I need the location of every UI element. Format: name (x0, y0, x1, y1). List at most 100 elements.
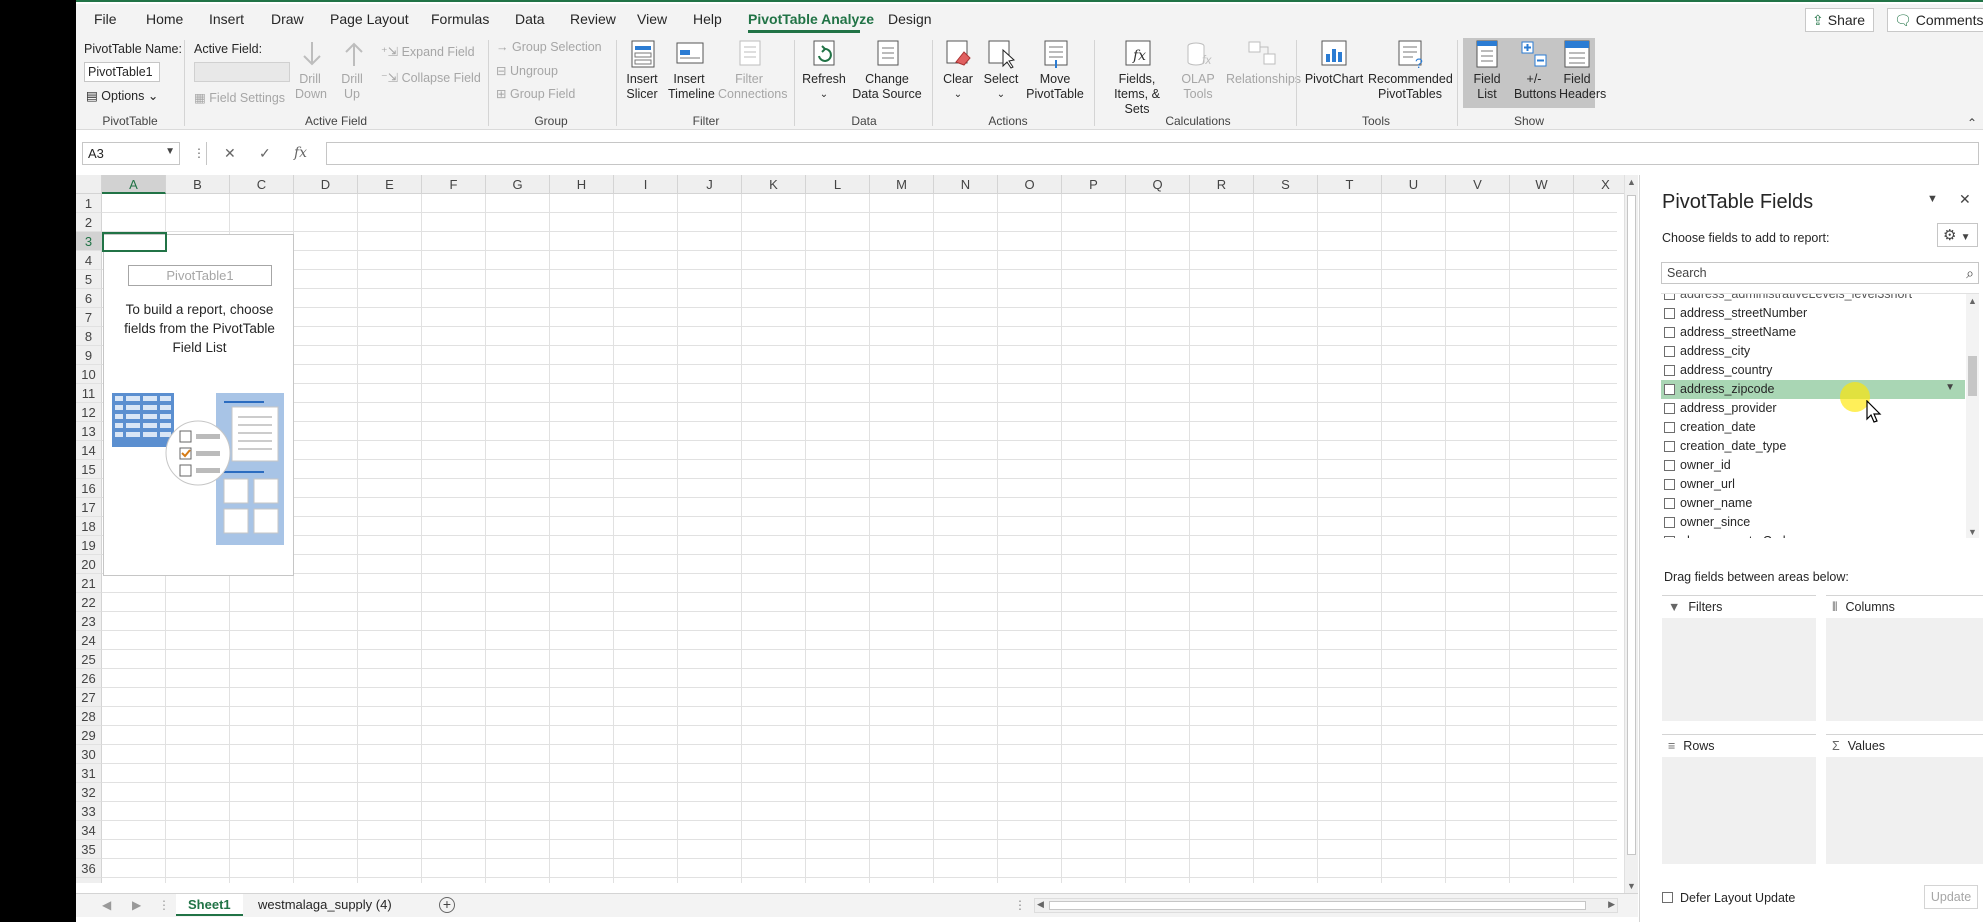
plus-minus-buttons-button[interactable]: +/- Buttons (1512, 38, 1556, 102)
column-header-s[interactable]: S (1254, 175, 1318, 194)
cells-area[interactable] (102, 194, 1617, 883)
column-header-q[interactable]: Q (1126, 175, 1190, 194)
row-header-21[interactable]: 21 (76, 574, 102, 593)
column-header-i[interactable]: I (614, 175, 678, 194)
row-header-23[interactable]: 23 (76, 612, 102, 631)
row-header-12[interactable]: 12 (76, 403, 102, 422)
field-item[interactable]: address_city (1661, 342, 1965, 361)
options-button[interactable]: ▤ Options ⌄ (86, 88, 158, 103)
horizontal-scroll-thumb[interactable] (1049, 901, 1586, 910)
close-icon[interactable]: ✕ (1959, 191, 1971, 208)
prev-sheet-icon[interactable]: ◀ (102, 898, 111, 912)
row-header-34[interactable]: 34 (76, 821, 102, 840)
tab-review[interactable]: Review (570, 11, 616, 27)
tab-design[interactable]: Design (888, 11, 932, 27)
row-header-5[interactable]: 5 (76, 270, 102, 289)
pane-options-icon[interactable]: ▼ (1927, 193, 1938, 205)
select-button[interactable]: Select ⌄ (982, 38, 1020, 102)
field-checkbox[interactable] (1664, 327, 1675, 338)
scroll-left-icon[interactable]: ◀ (1037, 899, 1044, 910)
field-item[interactable]: owner_since (1661, 513, 1965, 532)
column-header-x[interactable]: X (1574, 175, 1624, 194)
field-checkbox[interactable] (1664, 441, 1675, 452)
column-header-u[interactable]: U (1382, 175, 1446, 194)
insert-slicer-button[interactable]: Insert Slicer (624, 38, 662, 102)
column-header-w[interactable]: W (1510, 175, 1574, 194)
comments-button[interactable]: 🗨 Comments (1887, 8, 1983, 32)
row-header-16[interactable]: 16 (76, 479, 102, 498)
sheet-tab-sheet1[interactable]: Sheet1 (176, 894, 243, 916)
field-checkbox[interactable] (1664, 308, 1675, 319)
row-header-4[interactable]: 4 (76, 251, 102, 270)
field-item[interactable]: owner_id (1661, 456, 1965, 475)
row-header-19[interactable]: 19 (76, 536, 102, 555)
move-pivottable-button[interactable]: Move PivotTable (1026, 38, 1086, 102)
row-header-17[interactable]: 17 (76, 498, 102, 517)
tab-page-layout[interactable]: Page Layout (330, 11, 409, 27)
column-header-d[interactable]: D (294, 175, 358, 194)
field-list-button[interactable]: Field List (1465, 38, 1509, 102)
row-header-11[interactable]: 11 (76, 384, 102, 403)
column-header-e[interactable]: E (358, 175, 422, 194)
column-header-o[interactable]: O (998, 175, 1062, 194)
row-header-3[interactable]: 3 (76, 232, 102, 251)
enter-icon[interactable]: ✓ (259, 145, 271, 162)
field-item[interactable]: address_country (1661, 361, 1965, 380)
change-data-source-button[interactable]: Change Data Source (851, 38, 925, 102)
field-item[interactable]: phone_countryCode (1661, 532, 1965, 538)
values-area[interactable]: Σ Values (1826, 734, 1983, 864)
tab-data[interactable]: Data (515, 11, 545, 27)
field-search-input[interactable]: Search ⌕ (1661, 262, 1979, 284)
name-box[interactable]: A3 ▼ (82, 142, 180, 165)
row-header-35[interactable]: 35 (76, 840, 102, 859)
row-header-10[interactable]: 10 (76, 365, 102, 384)
clear-button[interactable]: Clear ⌄ (940, 38, 976, 102)
scroll-up-icon[interactable]: ▲ (1627, 177, 1636, 187)
collapse-ribbon-icon[interactable]: ⌃ (1967, 116, 1977, 130)
field-list-scroll-thumb[interactable] (1968, 356, 1977, 396)
tab-home[interactable]: Home (146, 11, 183, 27)
column-header-p[interactable]: P (1062, 175, 1126, 194)
pivottable-name-input[interactable]: PivotTable1 (84, 62, 160, 82)
tab-formulas[interactable]: Formulas (431, 11, 489, 27)
rows-area[interactable]: ≡ Rows (1662, 734, 1816, 864)
row-header-24[interactable]: 24 (76, 631, 102, 650)
field-item[interactable]: address_provider (1661, 399, 1965, 418)
field-item[interactable]: owner_name (1661, 494, 1965, 513)
column-header-m[interactable]: M (870, 175, 934, 194)
scroll-down-icon[interactable]: ▼ (1627, 881, 1636, 891)
row-header-2[interactable]: 2 (76, 213, 102, 232)
field-checkbox[interactable] (1664, 365, 1675, 376)
scroll-down-icon[interactable]: ▼ (1968, 527, 1977, 537)
row-header-13[interactable]: 13 (76, 422, 102, 441)
field-checkbox[interactable] (1664, 294, 1675, 300)
select-all-corner[interactable] (76, 175, 102, 194)
row-header-28[interactable]: 28 (76, 707, 102, 726)
tab-draw[interactable]: Draw (271, 11, 304, 27)
row-header-27[interactable]: 27 (76, 688, 102, 707)
row-header-25[interactable]: 25 (76, 650, 102, 669)
vertical-scrollbar[interactable]: ▲ ▼ (1624, 175, 1638, 893)
refresh-button[interactable]: Refresh ⌄ (802, 38, 846, 102)
field-list-scrollbar[interactable]: ▲ ▼ (1966, 294, 1979, 538)
column-header-j[interactable]: J (678, 175, 742, 194)
field-checkbox[interactable] (1664, 517, 1675, 528)
vertical-scroll-thumb[interactable] (1627, 195, 1636, 855)
field-item[interactable]: address_streetName (1661, 323, 1965, 342)
add-sheet-button[interactable]: + (439, 897, 455, 913)
field-checkbox[interactable] (1664, 422, 1675, 433)
next-sheet-icon[interactable]: ▶ (132, 898, 141, 912)
filters-area[interactable]: ▼ Filters (1662, 595, 1816, 721)
row-header-18[interactable]: 18 (76, 517, 102, 536)
column-header-k[interactable]: K (742, 175, 806, 194)
row-header-36[interactable]: 36 (76, 859, 102, 878)
defer-checkbox[interactable] (1662, 892, 1673, 903)
tab-view[interactable]: View (637, 11, 667, 27)
field-item-partial[interactable]: address_administrativeLevels_level3short (1661, 294, 1965, 304)
column-header-g[interactable]: G (486, 175, 550, 194)
insert-timeline-button[interactable]: Insert Timeline (668, 38, 715, 102)
row-header-32[interactable]: 32 (76, 783, 102, 802)
field-item[interactable]: address_zipcode ▼ (1661, 380, 1965, 399)
defer-layout-update[interactable]: Defer Layout Update (1662, 891, 1795, 905)
tab-help[interactable]: Help (693, 11, 722, 27)
